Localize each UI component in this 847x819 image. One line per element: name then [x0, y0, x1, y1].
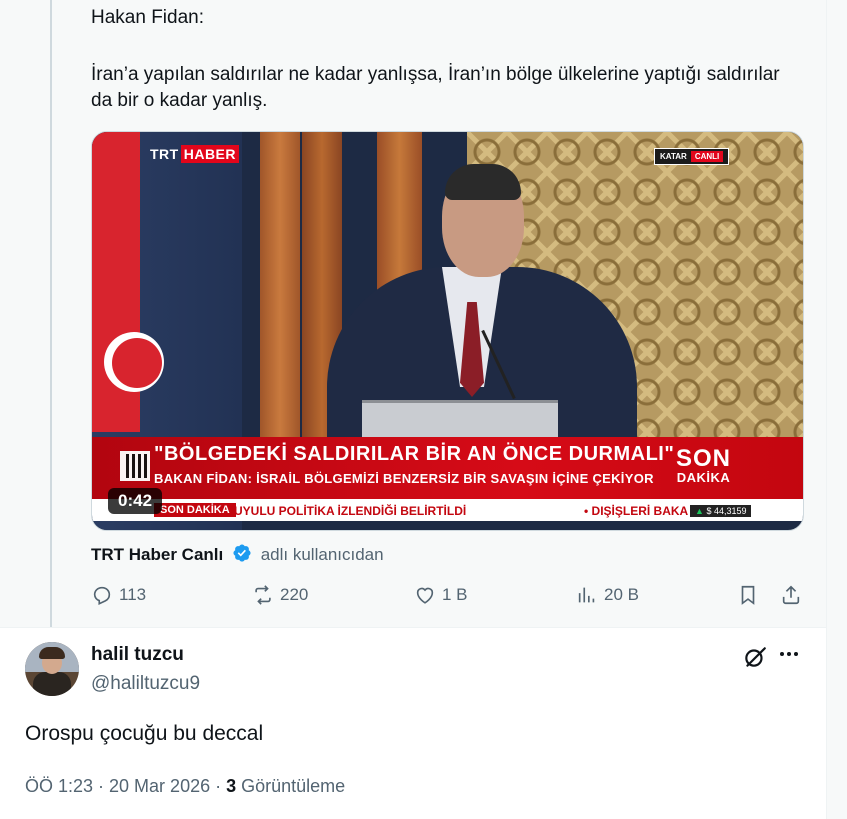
like-icon: [416, 587, 434, 604]
source-suffix: adlı kullanıcıdan: [260, 545, 384, 564]
ticker-text: UYULU POLİTİKA İZLENDİĞİ BELİRTİLDİ: [234, 504, 467, 518]
grok-icon[interactable]: [742, 644, 768, 670]
logo-haber: HABER: [180, 145, 239, 163]
son-label: SON: [676, 445, 732, 472]
stock-up-icon: ▲: [695, 506, 704, 516]
avatar-hat: [39, 647, 65, 659]
reply-display-name[interactable]: halil tuzcu: [91, 644, 184, 666]
dot: [794, 652, 798, 656]
source-account-name[interactable]: TRT Haber Canlı: [91, 545, 223, 564]
repost-icon: [255, 585, 271, 605]
live-tag: CANLI: [690, 151, 724, 162]
reply-text: Orospu çocuğu bu deccal: [25, 722, 264, 745]
location-live-tag: KATAR CANLI: [654, 148, 730, 165]
thread-line: [50, 0, 52, 627]
bookmark-button[interactable]: [737, 584, 759, 606]
share-icon: [782, 585, 800, 605]
dot: [787, 652, 791, 656]
views-icon: [578, 587, 595, 603]
stock-value: $ 44,3159: [706, 506, 747, 516]
reply-handle[interactable]: @haliltuzcu9: [91, 673, 200, 695]
son-dakika-badge: SON DAKİKA: [676, 445, 732, 485]
wood-panel: [260, 132, 300, 442]
news-ticker: SON DAKİKA UYULU POLİTİKA İZLENDİĞİ BELİ…: [92, 499, 803, 521]
speaker-hair: [445, 164, 521, 200]
dakika-label: DAKİKA: [676, 470, 731, 485]
like-button[interactable]: 1 B: [414, 584, 468, 606]
quoted-author-line: Hakan Fidan:: [91, 7, 205, 28]
view-count: 3: [226, 776, 237, 796]
views-button[interactable]: 20 B: [576, 584, 639, 606]
trt-haber-logo: TRT HABER: [150, 145, 239, 163]
views-count: 20 B: [604, 585, 639, 604]
repost-button[interactable]: 220: [252, 584, 308, 606]
action-bar: 113 220 1 B 20 B: [0, 584, 828, 610]
avatar[interactable]: [25, 642, 79, 696]
reply-count: 113: [119, 585, 147, 604]
share-button[interactable]: [780, 584, 802, 606]
video-source-attribution: TRT Haber Canlı adlı kullanıcıdan: [91, 543, 384, 566]
news-lower-third: "BÖLGEDEKİ SALDIRILAR BİR AN ÖNCE DURMAL…: [92, 437, 803, 499]
avatar-body: [33, 672, 71, 696]
ticker-stock: ▲ $ 44,3159: [690, 505, 752, 517]
news-subheadline: BAKAN FİDAN: İSRAİL BÖLGEMİZİ BENZERSİZ …: [154, 471, 654, 486]
dot: [780, 652, 784, 656]
ticker-text: • DIŞİŞLERİ BAKA: [584, 504, 689, 518]
video-player[interactable]: TRT HABER KATAR CANLI "BÖLGEDEKİ SALDIRILA…: [91, 131, 804, 531]
reply-tweet: halil tuzcu @haliltuzcu9 Orospu çocuğu b…: [0, 628, 826, 819]
location-tag: KATAR: [660, 152, 687, 161]
logo-trt: TRT: [150, 146, 179, 162]
quoted-tweet-text: İran’a yapılan saldırılar ne kadar yanlı…: [91, 64, 780, 111]
column-border: [826, 0, 827, 819]
view-label: Görüntüleme: [236, 776, 346, 796]
qr-code-icon: [120, 451, 150, 481]
like-count: 1 B: [442, 585, 468, 604]
ticker-label: SON DAKİKA: [154, 503, 236, 517]
verified-badge-icon: [233, 544, 251, 562]
reply-meta: ÖÖ 1:23 · 20 Mar 2026 · 3 Görüntüleme: [25, 776, 345, 797]
flag-crescent-cut: [112, 338, 162, 388]
reply-button[interactable]: 113: [91, 584, 146, 606]
video-duration: 0:42: [108, 488, 163, 514]
repost-count: 220: [280, 585, 309, 604]
bookmark-icon: [741, 585, 755, 605]
reply-icon: [93, 586, 111, 606]
reply-time[interactable]: ÖÖ 1:23 · 20 Mar 2026 ·: [25, 776, 226, 796]
more-icon[interactable]: [780, 652, 798, 656]
news-headline: "BÖLGEDEKİ SALDIRILAR BİR AN ÖNCE DURMAL…: [154, 443, 675, 465]
quoted-tweet-section: Hakan Fidan: İran’a yapılan saldırılar n…: [0, 0, 828, 627]
